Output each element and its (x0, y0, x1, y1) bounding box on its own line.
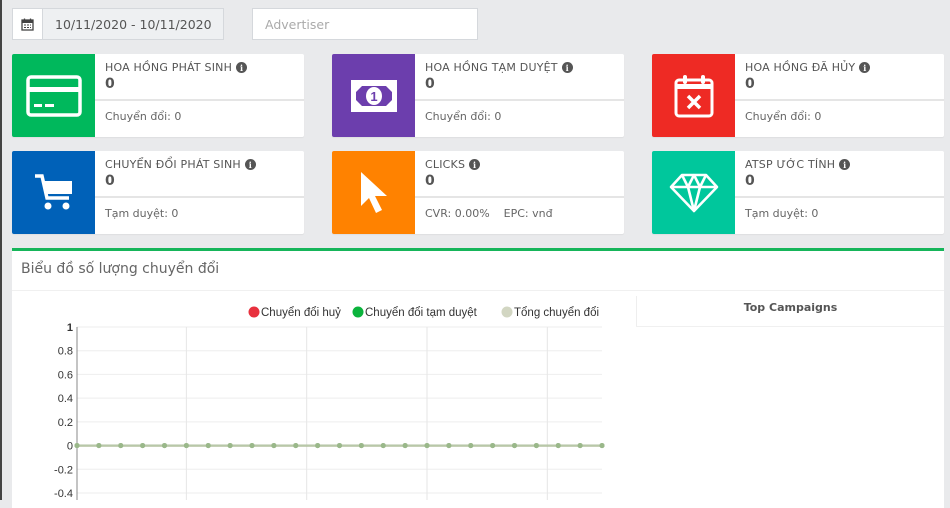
data-point (118, 443, 124, 449)
info-icon[interactable]: i (236, 62, 248, 73)
advertiser-input[interactable] (252, 8, 478, 40)
divider (636, 326, 944, 327)
stat-card: 1 HOA HỒNG TẠM DUYỆT i 0 Chuyển đổi: 0 (332, 54, 624, 137)
data-point (490, 443, 496, 449)
data-point (468, 443, 474, 449)
data-point (315, 443, 321, 449)
y-tick-label: 0.6 (58, 369, 73, 381)
card-title: CHUYỂN ĐỔI PHÁT SINH (105, 158, 241, 171)
diamond-icon (652, 151, 735, 234)
data-point (380, 443, 386, 449)
data-point (424, 443, 430, 449)
calendar-icon (13, 9, 43, 39)
card-title: HOA HỒNG TẠM DUYỆT (425, 61, 558, 74)
stat-card: HOA HỒNG PHÁT SINH i 0 Chuyển đổi: 0 (12, 54, 304, 137)
card-value: 0 (425, 173, 435, 189)
top-campaigns-title: Top Campaigns (636, 296, 944, 326)
data-point (74, 443, 80, 449)
calendar-x-icon (652, 54, 735, 137)
stat-card: HOA HỒNG ĐÃ HỦY i 0 Chuyển đổi: 0 (652, 54, 944, 137)
data-point (533, 443, 539, 449)
info-icon[interactable]: i (859, 62, 871, 73)
card-footer-text: Chuyển đổi: 0 (425, 110, 502, 123)
card-title: ATSP ƯỚC TÍNH (745, 158, 836, 171)
card-footer-text: Chuyển đổi: 0 (105, 110, 182, 123)
data-point (183, 443, 189, 449)
card-value: 0 (105, 76, 115, 92)
info-icon[interactable]: i (469, 159, 481, 170)
data-point (577, 443, 583, 449)
data-point (205, 443, 211, 449)
date-range-picker[interactable]: 10/11/2020 - 10/11/2020 (12, 8, 224, 40)
info-icon[interactable]: i (561, 62, 573, 73)
y-tick-label: 0.8 (58, 346, 73, 358)
data-point (446, 443, 452, 449)
data-point (555, 443, 561, 449)
data-point (249, 443, 255, 449)
y-tick-label: 1 (67, 322, 73, 334)
legend-marker (352, 306, 364, 318)
y-tick-label: -0.4 (54, 488, 73, 500)
card-value: 0 (425, 76, 435, 92)
stat-card: CHUYỂN ĐỔI PHÁT SINH i 0 Tạm duyệt: 0 (12, 151, 304, 234)
legend-marker (501, 306, 513, 318)
money-bill-icon: 1 (332, 54, 415, 137)
data-point (140, 443, 146, 449)
stat-card: ATSP ƯỚC TÍNH i 0 Tạm duyệt: 0 (652, 151, 944, 234)
panel-title: Biểu đồ số lượng chuyển đổi (12, 251, 944, 291)
card-value: 0 (745, 173, 755, 189)
legend-label: Tổng chuyển đổi (514, 307, 599, 319)
legend-label: Chuyển đổi huỷ (261, 307, 341, 319)
y-tick-label: 0.4 (58, 393, 73, 405)
card-footer-text: Tạm duyệt: 0 (745, 207, 819, 220)
cart-icon (12, 151, 95, 234)
card-title: CLICKS (425, 158, 466, 171)
card-footer-text: Tạm duyệt: 0 (105, 207, 179, 220)
y-tick-label: 0 (67, 441, 73, 453)
info-icon[interactable]: i (244, 159, 256, 170)
data-point (337, 443, 342, 449)
cursor-icon (332, 151, 415, 234)
data-point (599, 443, 605, 449)
info-icon[interactable]: i (839, 159, 851, 170)
stat-card: CLICKS i 0 CVR: 0.00% EPC: vnđ (332, 151, 624, 234)
card-title: HOA HỒNG PHÁT SINH (105, 61, 233, 74)
data-point (96, 443, 102, 449)
card-footer-text: Chuyển đổi: 0 (745, 110, 822, 123)
legend-marker (248, 306, 260, 318)
legend-label: Chuyển đổi tạm duyệt (365, 307, 478, 319)
data-point (402, 443, 408, 449)
data-point (512, 443, 517, 449)
date-range-value: 10/11/2020 - 10/11/2020 (55, 16, 212, 32)
card-footer-text: EPC: vnđ (503, 207, 553, 220)
card-footer-text: CVR: 0.00% (425, 207, 490, 220)
data-point (162, 443, 167, 449)
y-tick-label: -0.2 (54, 464, 73, 476)
credit-card-icon (12, 54, 95, 137)
y-tick-label: 0.2 (58, 417, 73, 429)
data-point (358, 443, 364, 449)
data-point (227, 443, 233, 449)
data-point (271, 443, 277, 449)
svg-text:1: 1 (370, 89, 377, 104)
card-value: 0 (745, 76, 755, 92)
card-title: HOA HỒNG ĐÃ HỦY (745, 61, 856, 74)
data-point (293, 443, 299, 449)
card-value: 0 (105, 173, 115, 189)
conversion-chart: 1 0.8 0.6 0.4 0.2 0 -0.2 -0.4 Chuyển đổi huỷ Chuy… (54, 306, 605, 500)
